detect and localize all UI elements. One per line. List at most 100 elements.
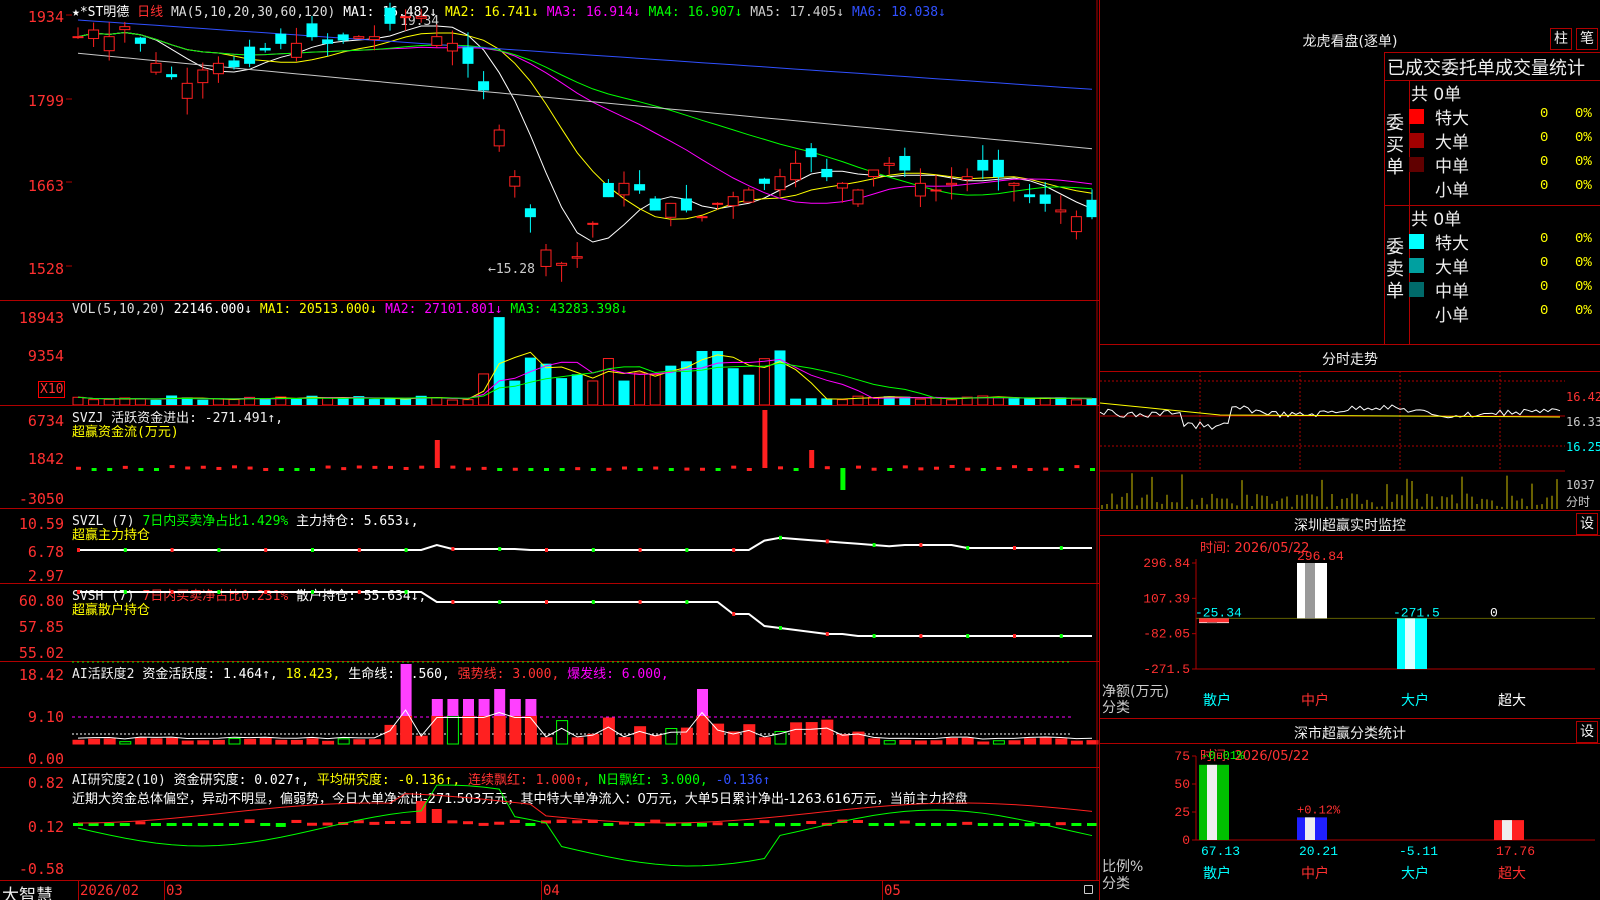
bar-mode-button[interactable]: 柱 <box>1550 28 1572 50</box>
flow-bar <box>1012 465 1017 469</box>
volume-chart[interactable] <box>72 301 1098 406</box>
ratio-bar-chart[interactable]: 75 50 25 0 67.13 散户 20.21 中户 -5.11 大户 17.76 超大 -0.01… <box>1100 719 1600 900</box>
volume-bar <box>478 373 490 406</box>
sell-row-m: 中单 0 0% <box>1385 277 1600 302</box>
candlestick-chart[interactable] <box>66 0 1098 300</box>
flow-bar <box>746 467 752 471</box>
activity-bar <box>322 740 335 745</box>
activity-bar-top <box>463 699 474 716</box>
monitor-value-label: 0 <box>1490 605 1498 620</box>
flow-bar <box>356 465 362 469</box>
activity-bar <box>992 740 1005 745</box>
activity-bar <box>103 738 116 745</box>
volume-bar <box>743 374 755 406</box>
ai-research-pane[interactable]: 0.82 0.12 -0.58 AI研究度2(10) 资金研究度: 0.027↑… <box>0 767 1100 881</box>
research-bar <box>603 823 614 826</box>
net-amount-bar-chart[interactable]: 296.84 107.39 -82.05 -271.5 -25.34 散户 296.84 中户… <box>1100 511 1600 719</box>
flow-bar <box>668 468 674 471</box>
intraday-title: 分时走势 <box>1322 352 1378 368</box>
row-name: 小单 <box>1435 181 1469 201</box>
vol-top-tick: 1037 <box>1566 478 1595 492</box>
main-holding-chart[interactable] <box>72 509 1098 589</box>
holding-line <box>78 536 1092 551</box>
volume-pane[interactable]: 18943 9354 X10 VOL(5,10,20) 22146.000↓ M… <box>0 300 1100 406</box>
candle-body <box>400 16 412 19</box>
activity-bar-top <box>525 699 537 716</box>
flow-bar <box>372 465 378 469</box>
svsh-pane[interactable]: 60.80 57.85 55.02 SVSH (7) 7日内买卖净占比0.231… <box>0 583 1100 664</box>
flow-bar <box>388 465 393 469</box>
holding-tick <box>685 548 689 552</box>
research-bar <box>931 823 941 826</box>
activity-bar <box>1055 738 1068 745</box>
row-pct: 0% <box>1575 130 1592 146</box>
holding-tick <box>170 590 174 594</box>
activity-bar <box>836 733 849 745</box>
y-tick: 6734 <box>27 412 64 430</box>
flow-bar <box>434 440 440 468</box>
intraday-panel[interactable]: 分时走势 16.42 16.33 16.25 1037 分时 <box>1099 344 1600 510</box>
activity-bar <box>1086 740 1099 745</box>
candle-body <box>228 60 240 68</box>
buy-row-s: 小单 0 0% <box>1385 176 1600 201</box>
activity-bar <box>712 723 725 745</box>
classify-value-label: -5.11 <box>1399 844 1438 859</box>
activity-bar <box>431 715 444 745</box>
candle-body <box>883 162 895 166</box>
flow-bar <box>856 465 861 469</box>
classify-bar-shade <box>1207 764 1217 840</box>
intraday-chart[interactable] <box>1099 371 1565 511</box>
activity-bar <box>556 720 569 745</box>
flow-bar <box>637 468 643 471</box>
flow-bar <box>325 465 331 469</box>
svzl-pane[interactable]: 10.59 6.78 2.97 SVZL (7) 7日内买卖净占比1.429% … <box>0 508 1100 589</box>
vol-unit: 分时 <box>1566 495 1591 509</box>
research-bar <box>1024 823 1035 827</box>
activity-chart[interactable] <box>72 661 1099 768</box>
research-bar <box>119 823 130 826</box>
holding-tick <box>1013 634 1016 638</box>
y-tick: 1934 <box>27 8 64 26</box>
candle-body <box>384 7 396 24</box>
lock-icon[interactable] <box>1084 885 1093 894</box>
research-bar <box>431 809 442 823</box>
holding-tick <box>357 548 361 552</box>
date-tick: 03 <box>166 883 183 899</box>
y-tick: 16.25 <box>1566 440 1600 454</box>
row-value: 0 <box>1540 178 1549 194</box>
fund-flow-chart[interactable] <box>72 406 1098 509</box>
y-tick: 60.80 <box>18 592 64 610</box>
flow-bar <box>200 465 206 469</box>
flow-bar <box>263 467 269 471</box>
research-bar <box>104 823 115 826</box>
research-bar <box>915 823 926 826</box>
candle-body <box>134 37 146 44</box>
candle-body <box>1055 209 1067 213</box>
holding-tick <box>638 548 642 552</box>
volume-bar <box>899 396 911 406</box>
buy-row-l: 大单 0 0% <box>1385 128 1600 153</box>
svzj-pane[interactable]: 6734 1842 -3050 SVZJ 活跃资金进出: -271.491↑, … <box>0 405 1100 509</box>
volume-bar <box>618 380 630 406</box>
research-bar <box>385 821 395 825</box>
activity-bar <box>805 722 818 745</box>
ai-active-pane[interactable]: 18.42 9.10 0.00 AI活跃度2 资金活跃度: 1.464↑, 18… <box>0 661 1100 768</box>
research-bar <box>634 823 645 826</box>
date-axis-bar: 大智慧 2026/02 03 04 05 <box>0 880 1100 900</box>
flow-bar <box>247 466 253 470</box>
volume-bar <box>431 397 443 406</box>
candle-body <box>680 198 692 211</box>
holding-tick <box>404 590 408 594</box>
flow-bar <box>700 467 705 471</box>
flow-bar <box>731 465 737 469</box>
classify-value-label: 20.21 <box>1299 844 1338 859</box>
y-tick: 57.85 <box>18 618 64 636</box>
activity-bar <box>946 737 959 745</box>
kline-pane[interactable]: 1934 1799 1663 1528 ★*ST明德 日线 MA(5,10,20… <box>0 0 1100 300</box>
row-pct: 0% <box>1575 303 1592 319</box>
candle-body <box>836 182 848 189</box>
tick-mode-button[interactable]: 笔 <box>1576 28 1598 50</box>
retail-holding-chart[interactable] <box>72 584 1098 664</box>
row-value: 0 <box>1540 154 1549 170</box>
research-chart[interactable] <box>72 768 1098 881</box>
